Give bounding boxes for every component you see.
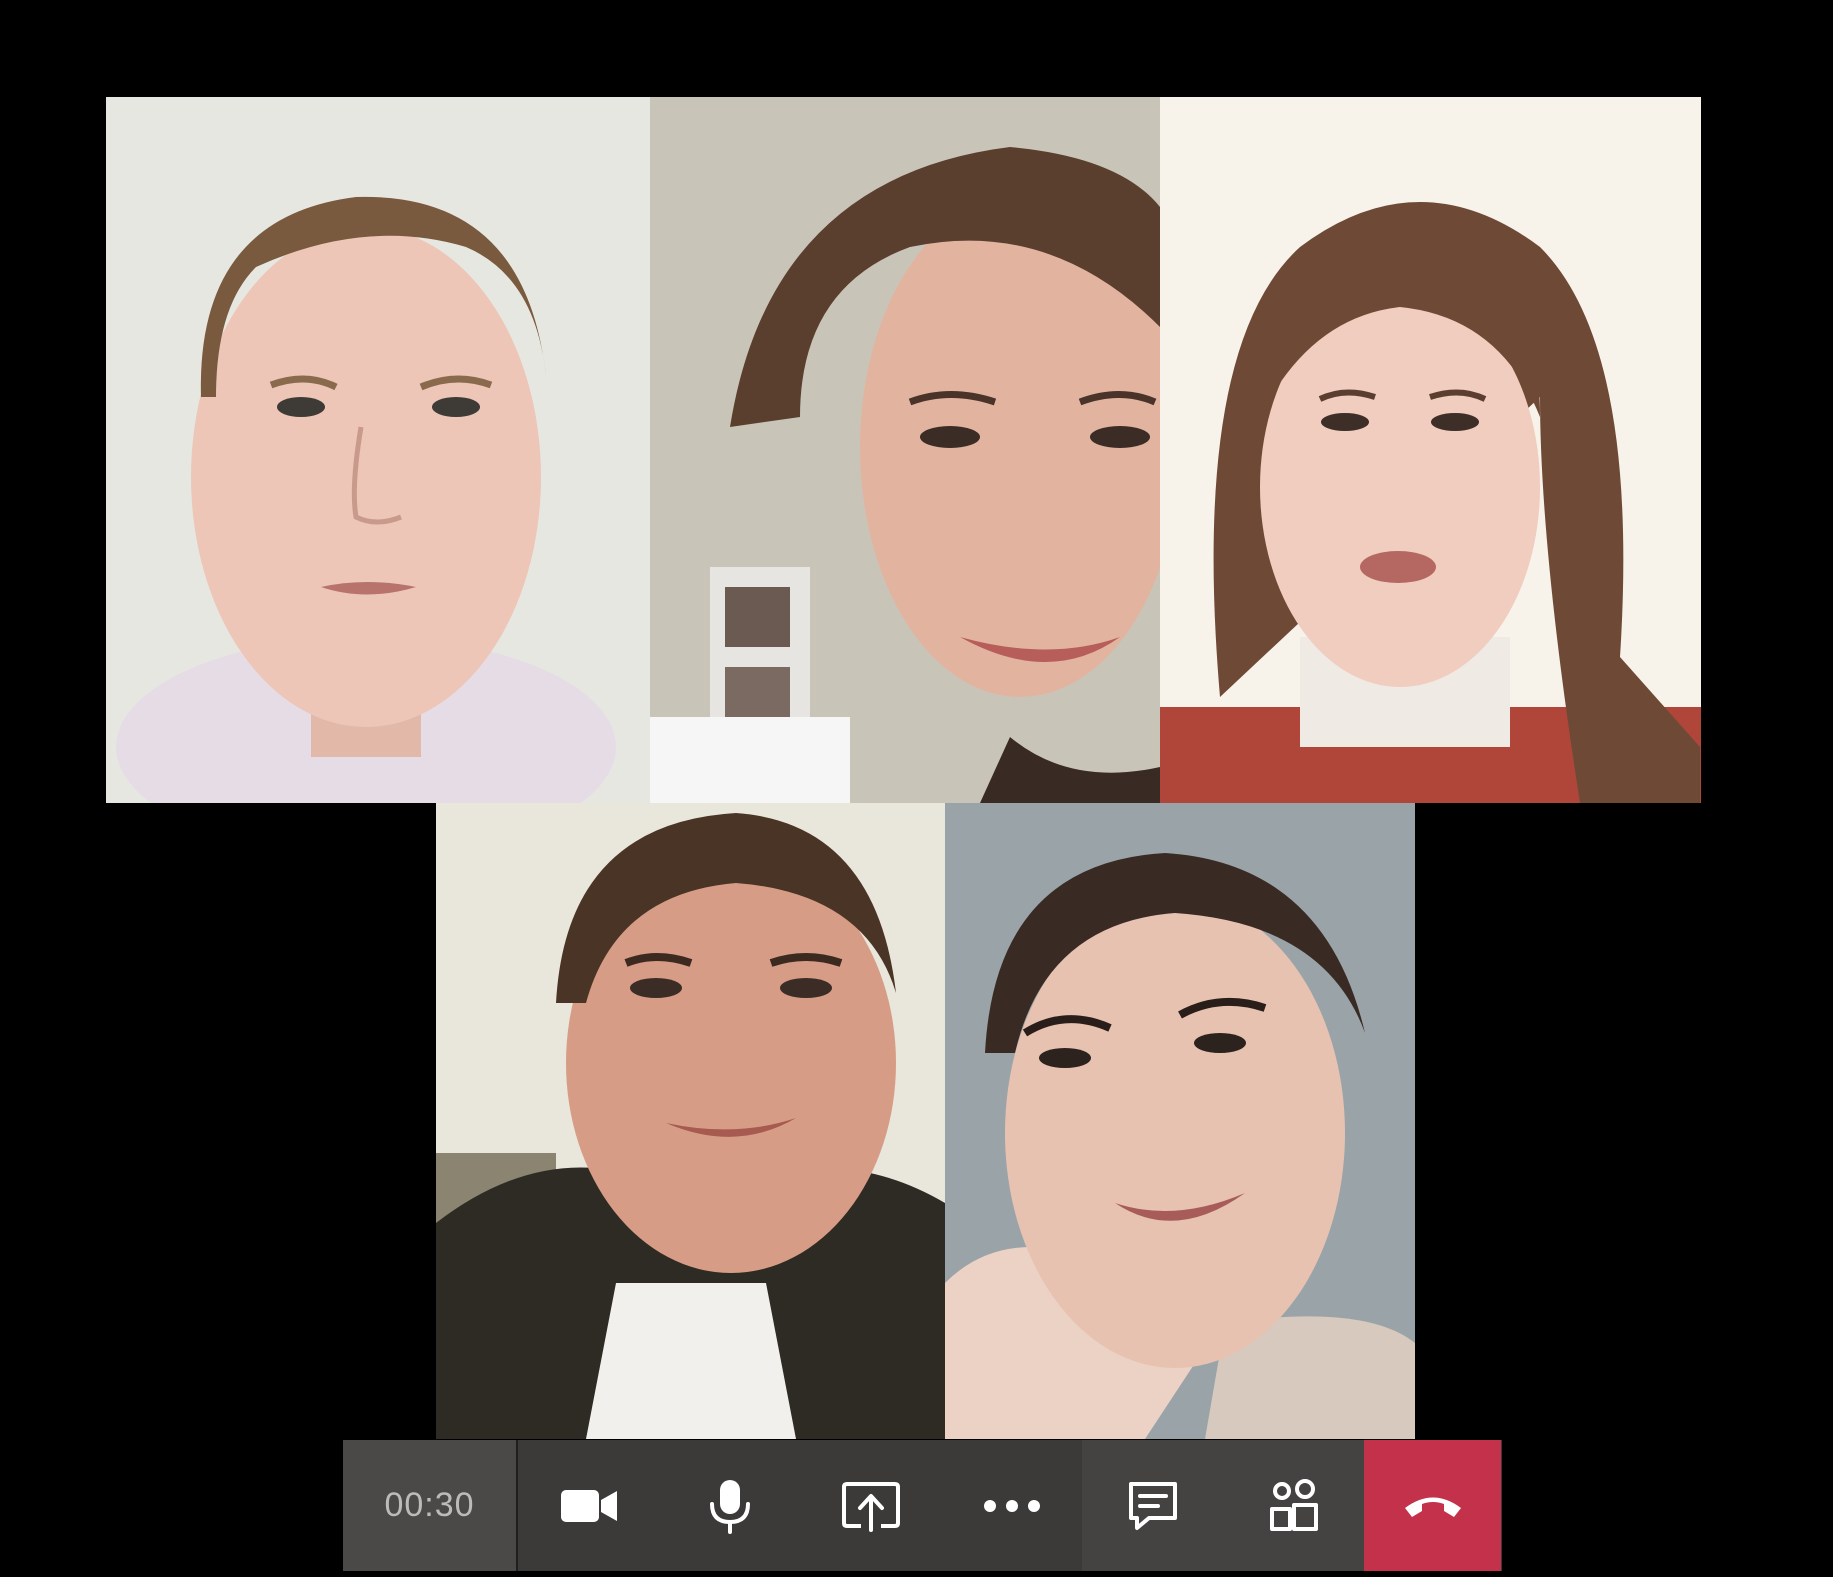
- video-tile-participant-3[interactable]: [1160, 97, 1701, 803]
- participant-video-2: [650, 97, 1160, 803]
- video-tile-participant-4[interactable]: [436, 803, 945, 1439]
- video-tile-participant-1[interactable]: [106, 97, 650, 803]
- call-duration-timer: 00:30: [343, 1440, 518, 1571]
- share-screen-icon: [841, 1481, 900, 1532]
- more-options-button[interactable]: [941, 1440, 1082, 1571]
- more-options-icon: [983, 1499, 1040, 1512]
- participant-video-5: [945, 803, 1415, 1439]
- camera-button[interactable]: [518, 1440, 659, 1571]
- participant-video-1: [106, 97, 650, 803]
- video-camera-icon: [560, 1489, 617, 1522]
- video-tile-participant-5[interactable]: [945, 803, 1415, 1439]
- participants-button[interactable]: [1223, 1440, 1364, 1571]
- share-screen-button[interactable]: [800, 1440, 941, 1571]
- participant-video-3: [1160, 97, 1701, 803]
- people-icon: [1269, 1478, 1318, 1531]
- hang-up-icon: [1404, 1497, 1461, 1517]
- hang-up-button[interactable]: [1364, 1440, 1501, 1571]
- microphone-button[interactable]: [659, 1440, 800, 1571]
- microphone-icon: [709, 1479, 750, 1534]
- media-controls: [518, 1440, 1082, 1571]
- video-tile-participant-2[interactable]: [650, 97, 1160, 803]
- call-control-bar: 00:30: [343, 1440, 1502, 1571]
- chat-button[interactable]: [1082, 1440, 1223, 1571]
- chat-icon: [1128, 1481, 1177, 1530]
- side-controls: [1082, 1440, 1364, 1571]
- participant-video-4: [436, 803, 945, 1439]
